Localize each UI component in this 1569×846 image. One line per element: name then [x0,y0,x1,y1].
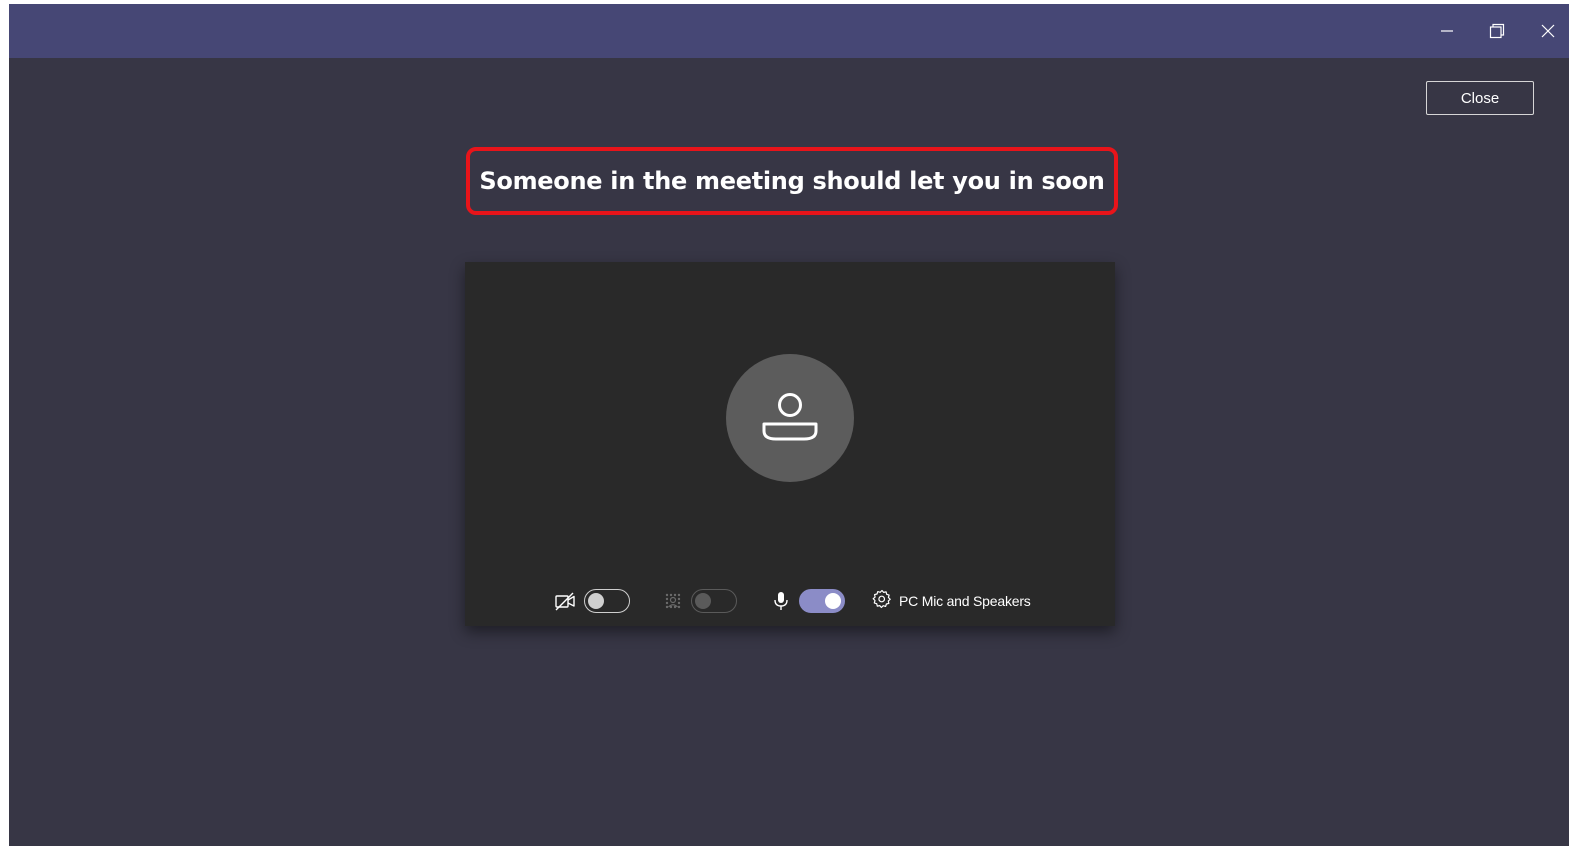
microphone-icon [770,590,792,612]
device-settings-label: PC Mic and Speakers [899,593,1031,609]
minimize-button[interactable] [1424,4,1470,58]
background-blur-toggle[interactable] [691,589,737,613]
device-settings-button[interactable]: PC Mic and Speakers [872,588,1031,614]
device-controls: PC Mic and Speakers [465,584,1115,618]
minimize-icon [1440,24,1454,38]
window-close-button[interactable] [1525,4,1569,58]
avatar [726,354,854,482]
toggle-knob [695,593,711,609]
close-button[interactable]: Close [1426,81,1534,115]
close-icon [1541,24,1555,38]
camera-toggle[interactable] [584,589,630,613]
microphone-toggle[interactable] [799,589,845,613]
toggle-knob [825,593,841,609]
camera-off-icon [554,590,576,612]
toggle-knob [588,593,604,609]
restore-icon [1489,23,1505,39]
person-icon [758,384,822,453]
restore-button[interactable] [1474,4,1520,58]
teams-meeting-window: Close Someone in the meeting should let … [9,4,1569,846]
gear-icon [872,589,892,614]
video-preview: PC Mic and Speakers [465,262,1115,626]
lobby-message-highlight: Someone in the meeting should let you in… [466,147,1118,215]
title-bar [9,4,1569,58]
background-blur-icon [662,590,684,612]
lobby-message: Someone in the meeting should let you in… [479,167,1105,195]
